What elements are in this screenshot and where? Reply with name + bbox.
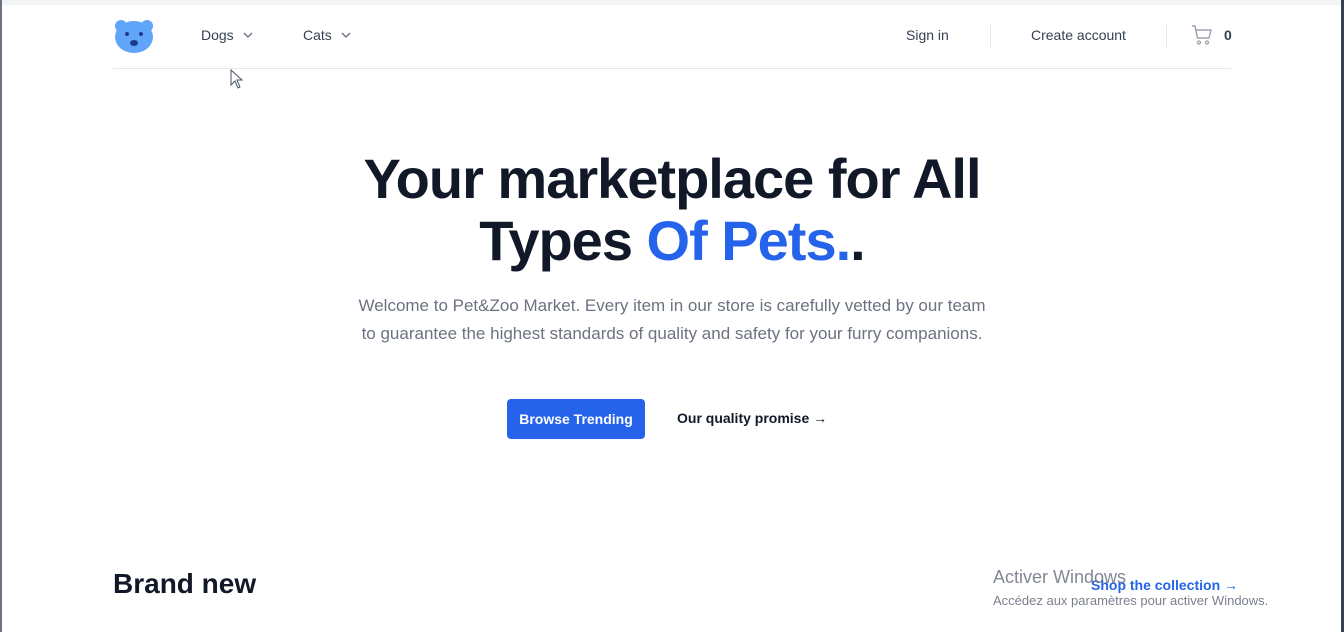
chevron-down-icon bbox=[341, 32, 351, 38]
hero-title-end: . bbox=[850, 209, 866, 272]
create-account-link[interactable]: Create account bbox=[1031, 27, 1126, 43]
hero-title-line1: Your marketplace for All bbox=[363, 147, 981, 210]
hero-title: Your marketplace for All Types Of Pets.. bbox=[272, 148, 1072, 272]
hero-title-accent: Of Pets. bbox=[646, 209, 852, 272]
mouse-pointer-icon bbox=[230, 69, 244, 89]
nav-cats-label: Cats bbox=[303, 27, 332, 43]
quality-promise-link[interactable]: Our quality promise → bbox=[677, 410, 827, 426]
logo-icon[interactable] bbox=[113, 18, 155, 54]
browse-trending-button[interactable]: Browse Trending bbox=[507, 399, 645, 439]
nav-divider bbox=[990, 25, 991, 47]
window-left-edge bbox=[0, 0, 2, 632]
nav-divider bbox=[1166, 25, 1167, 47]
brand-new-heading: Brand new bbox=[113, 568, 257, 599]
windows-activation-subtitle: Accédez aux paramètres pour activer Wind… bbox=[993, 593, 1269, 608]
page: Dogs Cats Sign in Create account 0 Your … bbox=[0, 0, 1344, 632]
hero-subtitle: Welcome to Pet&Zoo Market. Every item in… bbox=[358, 296, 986, 343]
chevron-down-icon bbox=[243, 32, 253, 38]
shopping-cart-icon bbox=[1192, 25, 1212, 45]
cart-button[interactable]: 0 bbox=[1190, 23, 1232, 47]
windows-activation-title: Activer Windows bbox=[993, 567, 1127, 587]
cart-count: 0 bbox=[1224, 27, 1232, 43]
nav-dogs-dropdown[interactable]: Dogs bbox=[201, 27, 254, 43]
hero-title-line2: Types bbox=[479, 209, 633, 272]
nav-dogs-label: Dogs bbox=[201, 27, 234, 43]
signin-link[interactable]: Sign in bbox=[906, 27, 949, 43]
nav-cats-dropdown[interactable]: Cats bbox=[303, 27, 352, 43]
navbar: Dogs Cats Sign in Create account 0 bbox=[113, 5, 1232, 69]
